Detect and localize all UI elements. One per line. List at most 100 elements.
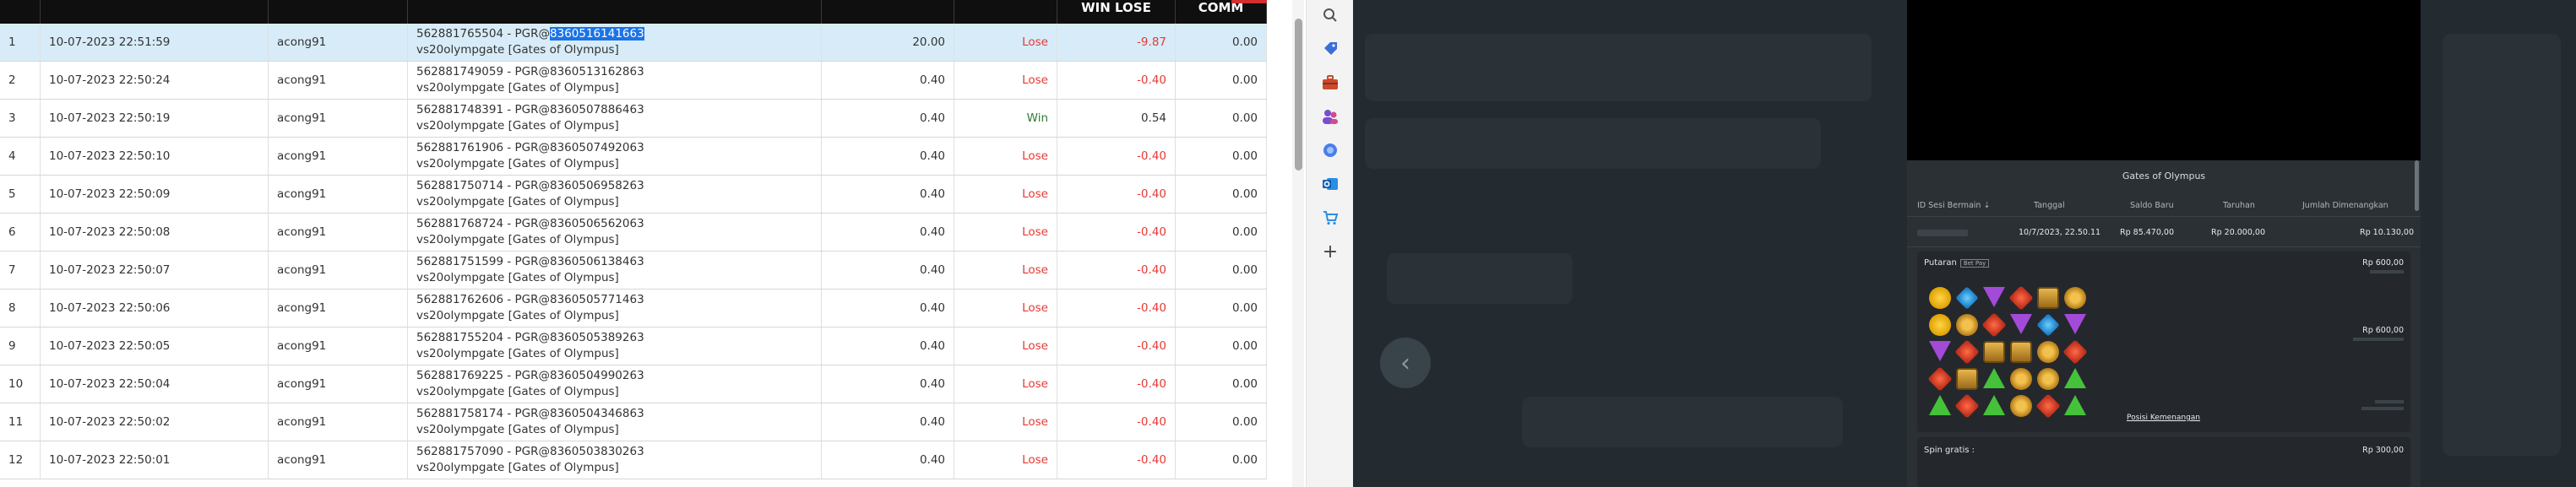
row-transaction-id[interactable]: 562881758174 - PGR@8360504346863: [416, 406, 644, 422]
row-description[interactable]: 562881758174 - PGR@8360504346863 vs20olym…: [408, 403, 822, 441]
transaction-id-text: 562881769225 - PGR@8360504990263: [416, 369, 644, 382]
row-win-lose: -0.40: [1057, 327, 1176, 365]
hdr-date: Tanggal: [2034, 201, 2065, 210]
table-row[interactable]: 12 10-07-2023 22:50:01 acong91 562881757090…: [0, 441, 1267, 479]
briefcase-icon[interactable]: [1318, 71, 1342, 95]
row-description[interactable]: 562881750714 - PGR@8360506958263 vs20olym…: [408, 176, 822, 213]
table-row[interactable]: 6 10-07-2023 22:50:08 acong91 562881768724 …: [0, 214, 1267, 252]
detail-scrollbar[interactable]: [2415, 160, 2419, 211]
table-row[interactable]: 2 10-07-2023 22:50:24 acong91 562881749059 …: [0, 62, 1267, 100]
row-description[interactable]: 562881749059 - PGR@8360513162863 vs20olym…: [408, 62, 822, 99]
reel-symbol: [1954, 339, 1980, 365]
row-transaction-id[interactable]: 562881755204 - PGR@8360505389263: [416, 330, 644, 346]
row-game-name: vs20olympgate [Gates of Olympus]: [416, 271, 619, 284]
blurred-content: [1522, 397, 1843, 447]
row-description[interactable]: 562881748391 - PGR@8360507886463 vs20olym…: [408, 100, 822, 137]
outlook-icon[interactable]: [1318, 172, 1342, 196]
row-bet: 0.40: [822, 62, 954, 99]
row-transaction-id[interactable]: 562881757090 - PGR@8360503830263: [416, 444, 644, 460]
row-bet: 0.40: [822, 441, 954, 479]
row-transaction-id[interactable]: 562881749059 - PGR@8360513162863: [416, 64, 644, 80]
row-date: 10-07-2023 22:50:24: [41, 62, 269, 99]
reel-symbol: [1929, 341, 1951, 361]
blurred-content: [1365, 34, 1872, 101]
row-result: Lose: [954, 365, 1057, 403]
people-icon[interactable]: [1318, 105, 1342, 128]
row-description[interactable]: 562881768724 - PGR@8360506562063 vs20olym…: [408, 214, 822, 251]
hdr-round-id[interactable]: ID Sesi Bermain ⇣: [1917, 201, 1990, 210]
transaction-id-text: 562881758174 - PGR@8360504346863: [416, 407, 644, 420]
row-comm: 0.00: [1176, 327, 1267, 365]
game-page: ‹ Gates of Olympus ID Sesi Bermain ⇣ Tan…: [1353, 0, 2576, 487]
table-row[interactable]: 3 10-07-2023 22:50:19 acong91 562881748391 …: [0, 100, 1267, 138]
row-description[interactable]: 562881757090 - PGR@8360503830263 vs20olym…: [408, 441, 822, 479]
col-description[interactable]: [408, 0, 822, 24]
row-bet: 0.40: [822, 138, 954, 175]
col-win-lose[interactable]: WIN LOSE: [1057, 0, 1176, 24]
row-result: Win: [954, 100, 1057, 137]
browser-sidebar: +: [1306, 0, 1355, 487]
search-icon[interactable]: [1318, 3, 1342, 27]
row-transaction-id[interactable]: 562881761906 - PGR@8360507492063: [416, 140, 644, 156]
col-comm[interactable]: COMM: [1176, 0, 1267, 24]
col-bet[interactable]: [822, 0, 954, 24]
table-row[interactable]: 4 10-07-2023 22:50:10 acong91 562881761906 …: [0, 138, 1267, 176]
row-transaction-id[interactable]: 562881768724 - PGR@8360506562063: [416, 216, 644, 232]
close-tab-accent[interactable]: [1231, 0, 1267, 3]
free-spin-amount: Rp 300,00: [2362, 446, 2404, 455]
row-description[interactable]: 562881765504 - PGR@8360516141663 vs20olym…: [408, 24, 822, 61]
scrollbar-thumb[interactable]: [1295, 19, 1302, 170]
col-result[interactable]: [954, 0, 1057, 24]
row-username: acong91: [269, 176, 408, 213]
row-username: acong91: [269, 252, 408, 289]
row-result: Lose: [954, 176, 1057, 213]
row-game-name: vs20olympgate [Gates of Olympus]: [416, 81, 619, 95]
row-bet: 0.40: [822, 365, 954, 403]
row-description[interactable]: 562881769225 - PGR@8360504990263 vs20olym…: [408, 365, 822, 403]
table-row[interactable]: 8 10-07-2023 22:50:06 acong91 562881762606 …: [0, 289, 1267, 327]
table-row[interactable]: 7 10-07-2023 22:50:07 acong91 562881751599 …: [0, 252, 1267, 289]
table-row[interactable]: 9 10-07-2023 22:50:05 acong91 562881755204 …: [0, 327, 1267, 365]
row-transaction-id[interactable]: 562881765504 - PGR@8360516141663: [416, 26, 644, 42]
bet-history-panel: WIN LOSE COMM 1 10-07-2023 22:51:59 acong9…: [0, 0, 1267, 487]
table-row[interactable]: 1 10-07-2023 22:51:59 acong91 562881765504 …: [0, 24, 1267, 62]
row-transaction-id[interactable]: 562881750714 - PGR@8360506958263: [416, 178, 644, 194]
row-transaction-id[interactable]: 562881762606 - PGR@8360505771463: [416, 292, 644, 308]
col-date[interactable]: [41, 0, 269, 24]
add-icon[interactable]: +: [1318, 240, 1342, 263]
row-bet: 0.40: [822, 214, 954, 251]
row-transaction-id[interactable]: 562881769225 - PGR@8360504990263: [416, 368, 644, 384]
reel-symbol: [2037, 341, 2059, 363]
table-row[interactable]: 5 10-07-2023 22:50:09 acong91 562881750714 …: [0, 176, 1267, 214]
row-win-lose: -0.40: [1057, 289, 1176, 327]
row-transaction-id[interactable]: 562881751599 - PGR@8360506138463: [416, 254, 644, 270]
winning-position-link[interactable]: Posisi Kemenangan: [2127, 414, 2200, 422]
row-transaction-id[interactable]: 562881748391 - PGR@8360507886463: [416, 102, 644, 118]
previous-arrow-button[interactable]: ‹: [1380, 338, 1431, 388]
col-no[interactable]: [0, 0, 41, 24]
row-bet: 0.40: [822, 176, 954, 213]
spin-sub-label: [2375, 400, 2404, 403]
table-header: WIN LOSE COMM: [0, 0, 1267, 24]
table-row[interactable]: 10 10-07-2023 22:50:04 acong91 562881769225…: [0, 365, 1267, 403]
row-game-name: vs20olympgate [Gates of Olympus]: [416, 195, 619, 208]
row-date: 10-07-2023 22:50:08: [41, 214, 269, 251]
row-comm: 0.00: [1176, 62, 1267, 99]
shopping-icon[interactable]: [1318, 206, 1342, 230]
row-description[interactable]: 562881762606 - PGR@8360505771463 vs20olym…: [408, 289, 822, 327]
row-comm: 0.00: [1176, 214, 1267, 251]
row-description[interactable]: 562881761906 - PGR@8360507492063 vs20olym…: [408, 138, 822, 175]
copilot-icon[interactable]: [1318, 138, 1342, 162]
table-row[interactable]: 11 10-07-2023 22:50:02 acong91 562881758174…: [0, 403, 1267, 441]
reel-symbol: [2010, 314, 2032, 334]
row-description[interactable]: 562881755204 - PGR@8360505389263 vs20olym…: [408, 327, 822, 365]
reel-symbol: [1929, 287, 1951, 309]
row-comm: 0.00: [1176, 289, 1267, 327]
col-user[interactable]: [269, 0, 408, 24]
row-description[interactable]: 562881751599 - PGR@8360506138463 vs20olym…: [408, 252, 822, 289]
row-username: acong91: [269, 214, 408, 251]
tag-icon[interactable]: [1318, 37, 1342, 61]
round-date-value: 10/7/2023, 22.50.11: [2019, 228, 2101, 237]
reel-symbol: [2064, 368, 2086, 388]
table-scrollbar[interactable]: [1292, 0, 1304, 487]
